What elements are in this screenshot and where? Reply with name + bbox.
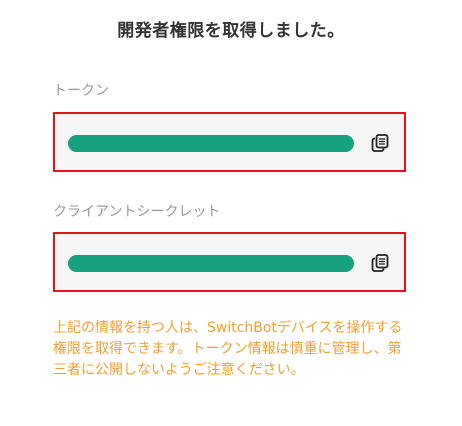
copy-token-button[interactable] (368, 131, 392, 155)
client-secret-field (53, 232, 406, 292)
client-secret-masked-value (68, 255, 354, 272)
copy-icon (371, 134, 389, 152)
token-masked-value (68, 135, 354, 152)
client-secret-label: クライアントシークレット (53, 204, 221, 220)
copy-icon (371, 254, 389, 272)
page-title: 開発者権限を取得しました。 (117, 21, 345, 41)
token-field (53, 112, 406, 172)
security-notice: 上記の情報を持つ人は、SwitchBotデバイスを操作する権限を取得できます。ト… (53, 320, 403, 378)
token-label: トークン (53, 83, 109, 99)
copy-client-secret-button[interactable] (368, 251, 392, 275)
